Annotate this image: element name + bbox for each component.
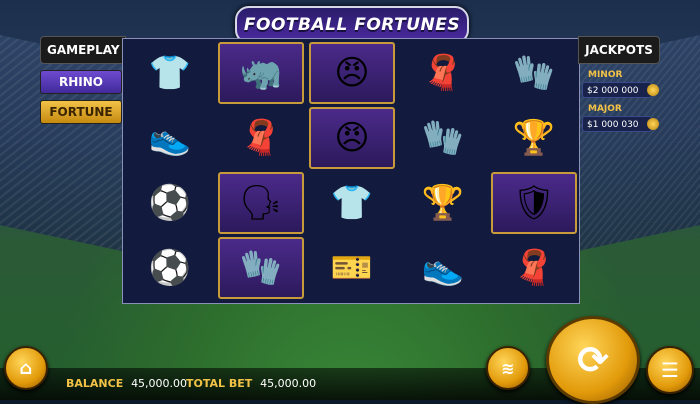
menu-button[interactable]: ☰ — [646, 346, 694, 394]
player-shouting-icon: 😠 — [309, 107, 395, 169]
gameplay-title: GAMEPLAY — [40, 36, 126, 64]
spin-button[interactable]: ⟳ — [546, 316, 640, 404]
jackpot-major-amount: $1 000 030 — [587, 120, 639, 130]
jackpots-title: JACKPOTS — [578, 36, 660, 64]
trophy-icon: 🏆 — [512, 118, 556, 158]
scarf-icon: 🧣 — [512, 248, 556, 288]
gloves-icon: 🧤 — [512, 53, 556, 93]
jackpots-panel: JACKPOTS MINOR $2 000 000 MAJOR $1 000 0… — [578, 36, 660, 132]
referee-icon: 🗣 — [218, 172, 304, 234]
total-bet-value: 45,000.00 — [260, 377, 317, 390]
turbo-icon: ≋ — [501, 358, 515, 378]
rhino-mode-button[interactable]: RHINO — [40, 70, 122, 94]
total-bet-display: TOTAL BET 45,000.00 — [186, 377, 316, 390]
fortune-mode-button[interactable]: FORTUNE — [40, 100, 122, 124]
reel-grid: 👕 👟 ⚽ ⚽ 🦏 🧣 🗣 🧤 😠 😠 👕 🎫 🧣 🧤 🏆 👟 🧤 🏆 🛡 🧣 — [122, 38, 580, 304]
coin-icon — [647, 118, 659, 130]
scarf-icon: 🧣 — [239, 118, 283, 158]
cleat-icon: 👟 — [421, 248, 465, 288]
balance-display: BALANCE 45,000.00 — [66, 377, 187, 390]
total-bet-label: TOTAL BET — [186, 377, 253, 390]
rhino-icon: 🦏 — [218, 42, 304, 104]
jersey-icon: 👕 — [148, 53, 192, 93]
coin-icon — [647, 84, 659, 96]
game-title: FOOTBALL FORTUNES — [243, 15, 461, 35]
goalkeeper-icon: 🧤 — [218, 237, 304, 299]
jackpot-minor-amount: $2 000 000 — [587, 86, 639, 96]
spin-icon: ⟳ — [577, 338, 609, 382]
football-icon: ⚽ — [148, 248, 192, 288]
scarf-icon: 🧣 — [421, 53, 465, 93]
home-button[interactable]: ⌂ — [4, 346, 48, 390]
cleat-icon: 👟 — [148, 118, 192, 158]
home-icon: ⌂ — [19, 357, 33, 379]
badge-icon: 🛡 — [491, 172, 577, 234]
trophy-icon: 🏆 — [421, 183, 465, 223]
jackpot-minor-label: MINOR — [588, 70, 623, 80]
balance-value: 45,000.00 — [131, 377, 188, 390]
jackpot-minor-value: $2 000 000 — [582, 82, 659, 98]
menu-icon: ☰ — [661, 358, 679, 382]
player-shouting-icon: 😠 — [309, 42, 395, 104]
football-icon: ⚽ — [148, 183, 192, 223]
gameplay-panel: GAMEPLAY RHINO FORTUNE — [40, 36, 126, 124]
turbo-button[interactable]: ≋ — [486, 346, 530, 390]
gloves-icon: 🧤 — [421, 118, 465, 158]
balance-label: BALANCE — [66, 377, 124, 390]
jersey-icon: 👕 — [330, 183, 374, 223]
ticket-card-icon: 🎫 — [330, 248, 374, 288]
jackpot-major-label: MAJOR — [588, 104, 622, 114]
jackpot-major-value: $1 000 030 — [582, 116, 659, 132]
